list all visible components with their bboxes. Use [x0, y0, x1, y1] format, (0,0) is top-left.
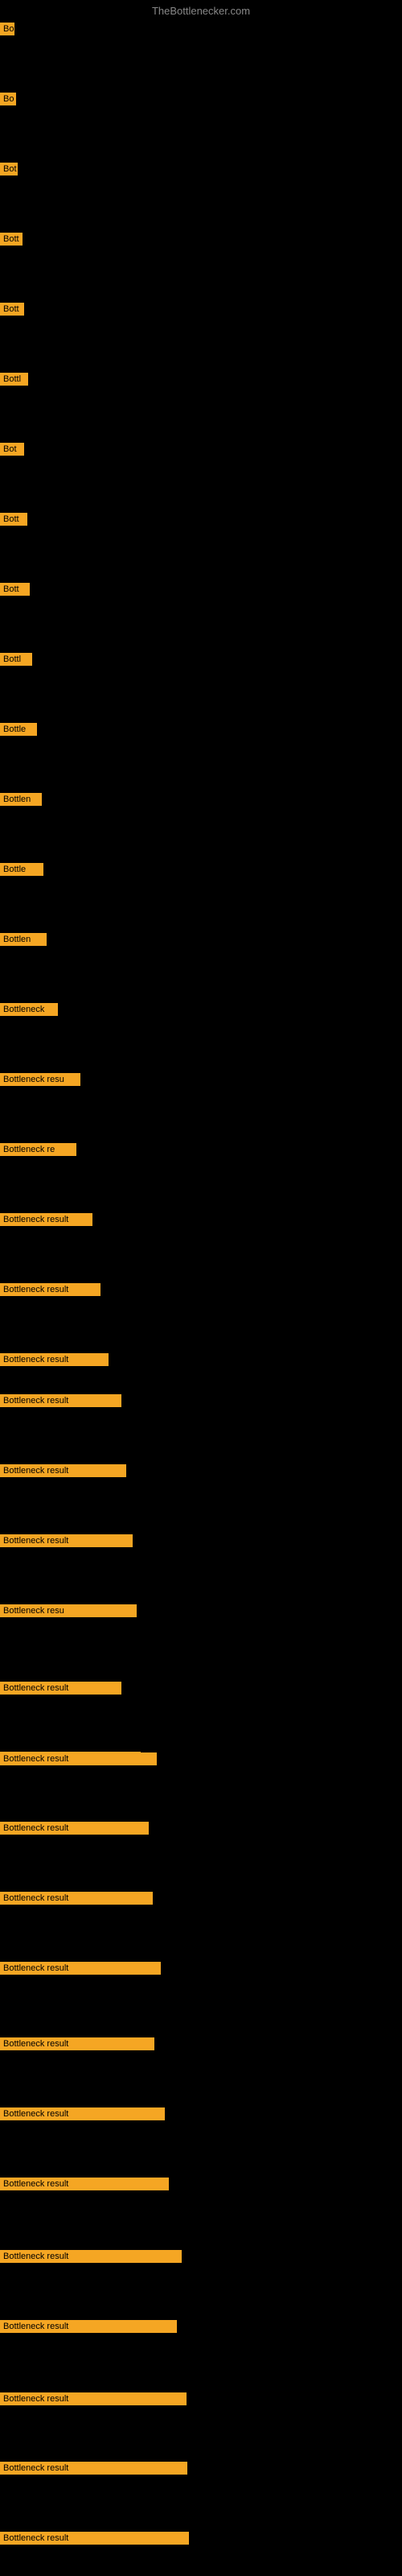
bar-label: Bott	[0, 303, 24, 316]
bar-item: Bot	[0, 163, 18, 180]
bar-label: Bottlen	[0, 793, 42, 806]
bar-item: Bottleneck	[0, 1003, 58, 1020]
bar-label: Bottleneck result	[0, 1283, 100, 1296]
bar-label: Bottleneck result	[0, 2532, 189, 2545]
bar-item: Bottleneck resu	[0, 1604, 137, 1621]
bar-item: Bottleneck result	[0, 2250, 182, 2267]
bar-item: Bot	[0, 443, 24, 460]
bar-item: Bottleneck re	[0, 1143, 76, 1160]
bar-label: Bottleneck re	[0, 1143, 76, 1156]
bar-label: Bot	[0, 443, 24, 456]
bar-label: Bot	[0, 163, 18, 175]
bar-item: Bottleneck result	[0, 1892, 153, 1909]
bar-item: Bott	[0, 513, 27, 530]
bar-label: Bott	[0, 583, 30, 596]
bar-item: Bottleneck result	[0, 2178, 169, 2194]
bar-item: Bo	[0, 23, 14, 39]
bar-label: Bottl	[0, 653, 32, 666]
bar-label: Bott	[0, 233, 23, 246]
bar-label: Bottleneck resu	[0, 1604, 137, 1617]
bar-label: Bottleneck result	[0, 1822, 149, 1835]
bar-item: Bott	[0, 583, 30, 600]
bar-item: Bottleneck result	[0, 1283, 100, 1300]
bar-item: Bottleneck result	[0, 1353, 109, 1370]
bar-label: Bottle	[0, 863, 43, 876]
bar-label: Bottleneck result	[0, 1464, 126, 1477]
bar-item: Bottleneck result	[0, 2037, 154, 2054]
bar-label: Bottleneck result	[0, 2178, 169, 2190]
bar-label: Bo	[0, 93, 16, 105]
bar-item: Bottleneck result	[0, 1394, 121, 1411]
bar-item: Bottleneck result	[0, 1752, 157, 1769]
bar-label: Bottleneck result	[0, 2462, 187, 2475]
bar-item: Bottlen	[0, 793, 42, 810]
bar-item: Bottleneck result	[0, 2107, 165, 2124]
bar-label: Bottleneck result	[0, 2037, 154, 2050]
bar-item: Bottleneck result	[0, 2392, 187, 2409]
bar-item: Bott	[0, 303, 24, 320]
bar-item: Bottleneck result	[0, 2462, 187, 2479]
bar-label: Bottleneck result	[0, 1962, 161, 1975]
bar-item: Bottleneck resu	[0, 1073, 80, 1090]
bar-item: Bottle	[0, 863, 43, 880]
site-title: TheBottlenecker.com	[152, 5, 250, 17]
bar-label: Bottleneck result	[0, 1394, 121, 1407]
bar-label: Bottleneck result	[0, 1353, 109, 1366]
bar-label: Bottleneck result	[0, 2250, 182, 2263]
bar-item: Bott	[0, 233, 23, 250]
bar-item: Bottleneck result	[0, 1464, 126, 1481]
bar-label: Bottleneck result	[0, 1892, 153, 1905]
bar-label: Bottle	[0, 723, 37, 736]
bar-label: Bottleneck result	[0, 1534, 133, 1547]
bar-label: Bottleneck resu	[0, 1073, 80, 1086]
bar-label: Bott	[0, 513, 27, 526]
bar-label: Bottleneck	[0, 1003, 58, 1016]
bar-label: Bottleneck result	[0, 2320, 177, 2333]
bar-item: Bottl	[0, 373, 28, 390]
bar-item: Bottleneck result	[0, 1534, 133, 1551]
bar-item: Bottlen	[0, 933, 47, 950]
bar-label: Bottleneck result	[0, 2107, 165, 2120]
bar-item: Bottleneck result	[0, 1213, 92, 1230]
bar-item: Bottleneck result	[0, 2532, 189, 2549]
bar-item: Bo	[0, 93, 16, 109]
bar-item: Bottl	[0, 653, 32, 670]
bar-item: Bottle	[0, 723, 37, 740]
bar-label: Bottleneck result	[0, 1213, 92, 1226]
bar-item: Bottleneck result	[0, 1822, 149, 1839]
bar-label: Bottleneck result	[0, 2392, 187, 2405]
bar-label: Bo	[0, 23, 14, 35]
bar-item: Bottleneck result	[0, 2320, 177, 2337]
bar-label: Bottleneck result	[0, 1682, 121, 1695]
bar-item: Bottleneck result	[0, 1962, 161, 1979]
bar-label: Bottleneck result	[0, 1752, 157, 1765]
bar-item: Bottleneck result	[0, 1682, 121, 1699]
bar-label: Bottlen	[0, 933, 47, 946]
bar-label: Bottl	[0, 373, 28, 386]
